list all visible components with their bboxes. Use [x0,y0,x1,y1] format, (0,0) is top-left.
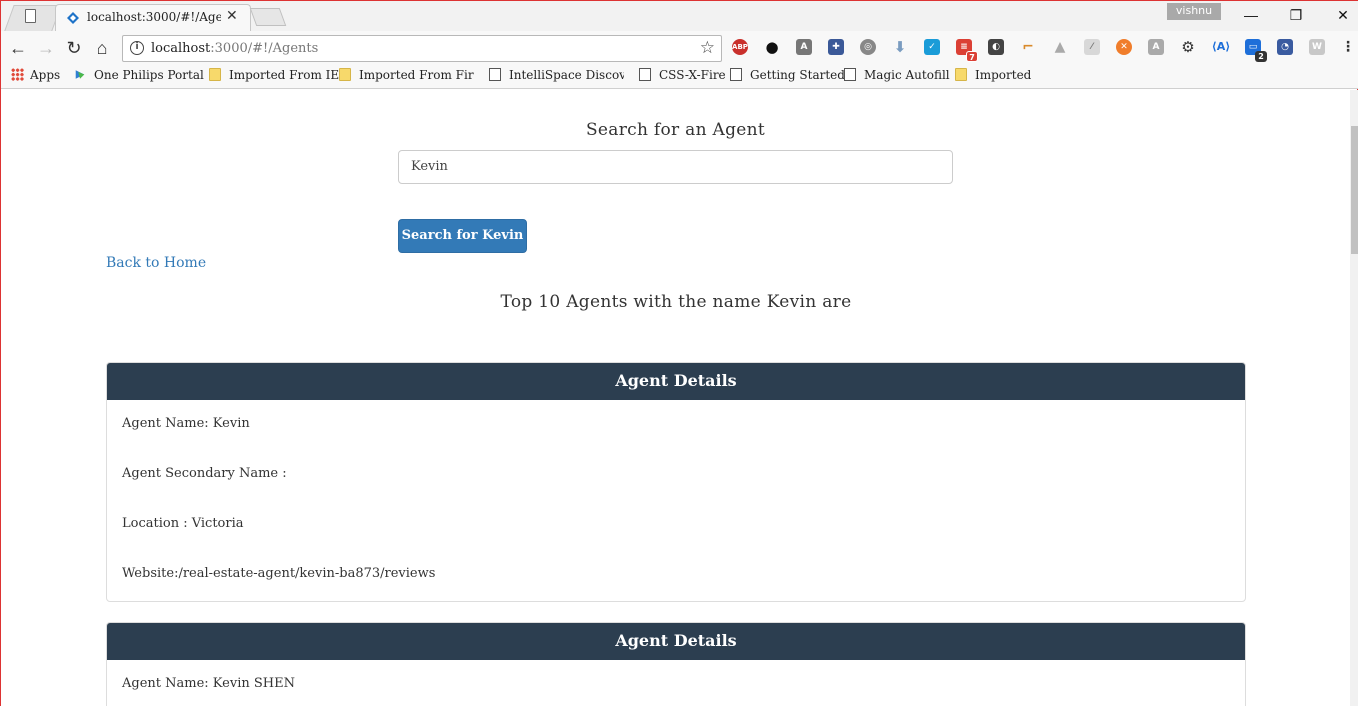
panel-heading: Agent Details [107,623,1245,660]
clock-icon[interactable]: ◔ [1277,39,1293,55]
agent-secondary-name: Agent Secondary Name : [122,466,287,481]
todoist-badge: 7 [966,51,978,62]
page-icon [25,9,36,23]
info-icon[interactable]: i [130,41,144,55]
agent-website: Website:/real-estate-agent/kevin-ba873/r… [122,566,436,581]
back-arrow-icon[interactable]: ← [7,37,29,59]
back-to-home-link[interactable]: Back to Home [106,255,206,271]
page-icon [730,68,742,81]
folder-icon [339,68,351,81]
close-window-button[interactable]: ✕ [1328,4,1358,26]
cross-orange-icon[interactable]: ✕ [1116,39,1132,55]
page-icon [639,68,651,81]
search-input[interactable]: Kevin [398,150,953,184]
tab-close-icon[interactable]: ✕ [226,7,238,24]
page-icon [489,68,501,81]
pdf-icon[interactable]: ⁄ [1084,39,1100,55]
angular-icon[interactable]: A [796,39,812,55]
bookmark-item[interactable]: IntelliSpace Discovery [489,68,624,86]
address-url: localhost:3000/#!/Agents [151,41,319,56]
window-badge: 2 [1255,51,1267,62]
page-scrollbar[interactable] [1350,90,1358,706]
drive-icon[interactable]: ▲ [1052,39,1068,55]
bookmark-item[interactable]: Imported From Firefox [339,68,474,86]
tab-active[interactable]: localhost:3000/#!/Agents ✕ [55,4,251,31]
angular-batarang-icon[interactable]: ⟨A⟩ [1210,39,1232,55]
address-bar[interactable]: i localhost:3000/#!/Agents ☆ [122,35,722,62]
bookmark-star-icon[interactable]: ☆ [700,38,715,58]
page-icon [844,68,856,81]
new-tab-button[interactable] [249,8,287,26]
reload-icon[interactable]: ↻ [63,37,85,59]
apps-grid-icon [11,68,24,81]
w-icon[interactable]: W [1309,39,1325,55]
panel-body: Agent Name: Kevin Agent Secondary Name :… [107,400,1245,600]
restore-button[interactable]: ❐ [1281,4,1311,26]
title-bar: localhost:3000/#!/Agents ✕ vishnu — ❐ ✕ [1,1,1358,31]
tab-title: localhost:3000/#!/Agents [87,10,221,24]
bookmark-item[interactable]: Getting Started [730,68,845,86]
page-content: Search for an Agent Kevin Search for Kev… [1,90,1351,706]
ruler-icon[interactable]: ⌐ [1020,39,1036,55]
agent-name: Agent Name: Kevin SHEN [122,676,295,691]
scrollbar-thumb[interactable] [1351,126,1358,254]
bookmark-apps[interactable]: Apps [11,68,60,86]
search-heading: Search for an Agent [585,120,766,140]
checkbox-icon[interactable]: ✓ [924,39,940,55]
menu-icon[interactable]: ⋮ [1341,39,1355,55]
bookmark-item[interactable]: One Philips Portal [74,68,204,86]
agent-location: Location : Victoria [122,516,244,531]
home-icon[interactable]: ⌂ [91,37,113,59]
bookmark-item[interactable]: Imported From IE [209,68,339,86]
bookmark-item[interactable]: Magic Autofill [844,68,950,86]
font-icon[interactable]: A [1148,39,1164,55]
adblock-plus-icon[interactable]: ABP [732,39,748,55]
search-button[interactable]: Search for Kevin [398,219,527,253]
bookmark-item[interactable]: CSS-X-Fire [639,68,726,86]
bookmarks-bar: Apps One Philips Portal Imported From IE… [1,65,1358,89]
folder-icon [209,68,221,81]
agent-panel: Agent Details Agent Name: Kevin Agent Se… [106,362,1246,602]
minimize-button[interactable]: — [1236,4,1266,26]
agent-name: Agent Name: Kevin [122,416,250,431]
film-icon[interactable]: ◎ [860,39,876,55]
panel-body: Agent Name: Kevin SHEN [107,660,1245,706]
philips-icon [75,70,85,79]
eye-icon[interactable]: ● [764,39,780,55]
bookmark-item[interactable]: Imported [955,68,1031,86]
folder-icon [955,68,967,81]
puzzle-icon[interactable]: ✚ [828,39,844,55]
forward-arrow-icon[interactable]: → [35,37,57,59]
results-heading: Top 10 Agents with the name Kevin are [500,292,852,312]
gear-icon[interactable]: ⚙ [1180,39,1196,55]
profile-badge[interactable]: vishnu [1167,3,1221,20]
panel-heading: Agent Details [107,363,1245,400]
agent-panel: Agent Details Agent Name: Kevin SHEN [106,622,1246,706]
download-icon[interactable]: ⬇ [892,39,908,55]
angular-favicon-icon [67,12,79,24]
lightbulb-icon[interactable]: ◐ [988,39,1004,55]
